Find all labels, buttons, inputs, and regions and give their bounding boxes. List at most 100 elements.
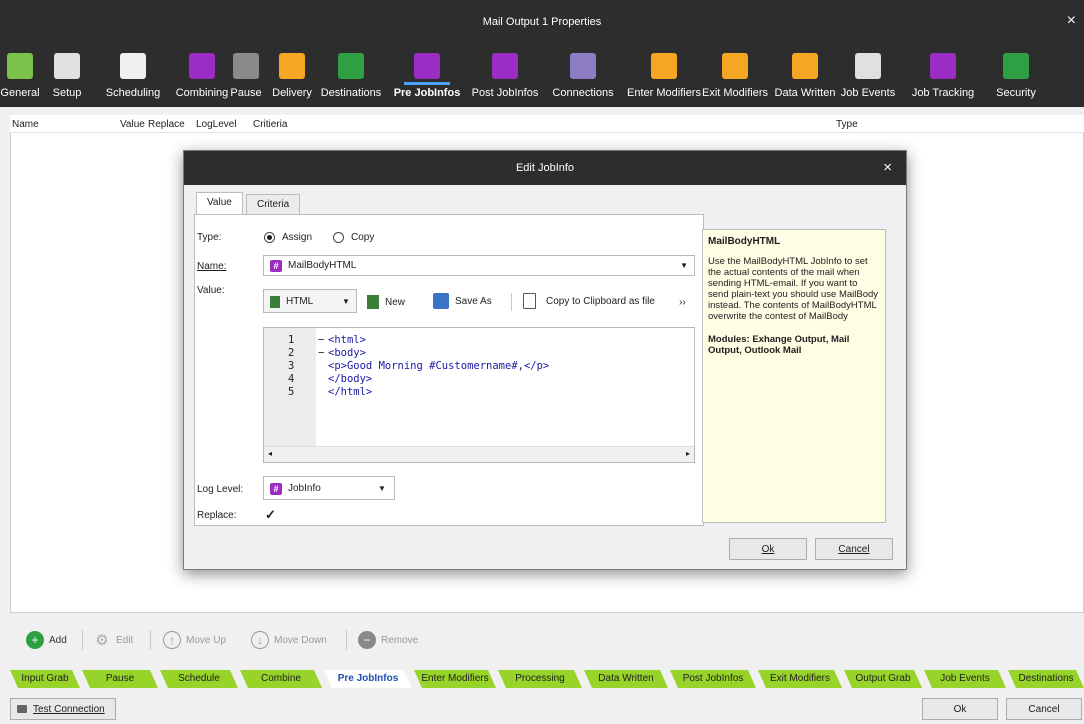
toolbar-security[interactable]: Security (976, 46, 1056, 107)
log-level-value: JobInfo (288, 483, 321, 494)
dialog-cancel-button[interactable]: Cancel (815, 538, 893, 560)
toolbar-general[interactable]: General (0, 46, 40, 107)
new-label: New (385, 296, 406, 308)
format-select[interactable]: HTML ▼ (263, 289, 357, 313)
hash-track-icon (930, 53, 956, 79)
help-modules: Modules: Exhange Output, Mail Output, Ou… (708, 334, 850, 356)
value-panel: Type: Assign Copy Name: # MailBodyHTML ▼… (194, 214, 704, 526)
toolbar-label: Pre JobInfos (393, 87, 461, 99)
step-combine[interactable]: Combine (240, 670, 322, 688)
toolbar-scheduling[interactable]: Scheduling (100, 46, 166, 107)
toolbar-destinations[interactable]: Destinations (318, 46, 384, 107)
step-data-written[interactable]: Data Written (584, 670, 668, 688)
code-area[interactable]: − <html> − <body> <p>Good Morning #Customern… (264, 328, 694, 446)
toolbar-label: Pause (230, 87, 262, 99)
merge-icon (189, 53, 215, 79)
column-loglevel[interactable]: LogLevel (196, 119, 237, 130)
fold-toggle-icon[interactable]: − (318, 334, 324, 346)
toggle-icon (7, 53, 33, 79)
step-enter-modifiers[interactable]: Enter Modifiers (414, 670, 496, 688)
column-name[interactable]: Name (12, 119, 39, 130)
step-processing[interactable]: Processing (498, 670, 582, 688)
hash-icon (414, 53, 440, 79)
hash-icon: # (270, 483, 282, 495)
toolbar-delivery[interactable]: Delivery (266, 46, 318, 107)
column-value[interactable]: Value (120, 119, 145, 130)
dialog-close-icon[interactable]: × (883, 159, 892, 176)
move-down-label: Move Down (274, 634, 327, 646)
tab-value[interactable]: Value (196, 192, 243, 215)
toolbar-label: Scheduling (105, 87, 161, 99)
ok-button[interactable]: Ok (922, 698, 998, 720)
name-select[interactable]: # MailBodyHTML ▼ (263, 255, 695, 276)
move-down-button[interactable]: ↓ Move Down (251, 628, 327, 652)
hash-icon: # (270, 260, 282, 272)
column-type[interactable]: Type (836, 119, 858, 130)
step-exit-modifiers[interactable]: Exit Modifiers (758, 670, 842, 688)
log-level-select[interactable]: # JobInfo ▼ (263, 476, 395, 500)
toolbar-setup[interactable]: Setup (40, 46, 94, 107)
copy-label[interactable]: Copy (351, 232, 374, 243)
new-button[interactable]: New (367, 291, 405, 313)
toolbar-label: Security (996, 87, 1036, 99)
cancel-button[interactable]: Cancel (1006, 698, 1082, 720)
save-as-label: Save As (455, 295, 492, 307)
step-pre-jobinfos[interactable]: Pre JobInfos (324, 670, 412, 688)
toolbar-enter-modifiers[interactable]: Enter Modifiers (620, 46, 708, 107)
tab-criteria[interactable]: Criteria (246, 194, 301, 214)
database-icon (570, 53, 596, 79)
toolbar-pre-jobinfos[interactable]: Pre JobInfos (386, 46, 468, 107)
grid-header: Name Value Replace LogLevel Critieria Ty… (10, 115, 1084, 133)
new-file-icon (367, 295, 379, 309)
test-connection-button[interactable]: Test Connection (10, 698, 116, 720)
fold-toggle-icon[interactable]: − (318, 347, 324, 359)
toolbar-data-written[interactable]: Data Written (768, 46, 842, 107)
remove-button[interactable]: − Remove (358, 628, 418, 652)
column-replace[interactable]: Replace (148, 119, 185, 130)
step-post-jobinfos[interactable]: Post JobInfos (670, 670, 756, 688)
step-job-events[interactable]: Job Events (924, 670, 1006, 688)
help-panel: MailBodyHTML Use the MailBodyHTML JobInf… (702, 229, 886, 523)
copy-clipboard-button[interactable]: Copy to Clipboard as file (523, 289, 655, 313)
name-value: MailBodyHTML (288, 260, 357, 271)
overflow-chevron-icon[interactable]: ›› (679, 297, 686, 308)
chevron-down-icon[interactable]: ▼ (680, 261, 688, 270)
code-editor[interactable]: 12345 − <html> − <body> <p>Good Morning #Cus… (263, 327, 695, 463)
edit-jobinfo-dialog: Edit JobInfo × Value Criteria Type: Assi… (183, 150, 907, 570)
edit-button[interactable]: ⚙ Edit (93, 628, 133, 652)
step-destinations[interactable]: Destinations (1008, 670, 1084, 688)
dialog-ok-button[interactable]: Ok (729, 538, 807, 560)
step-output-grab[interactable]: Output Grab (844, 670, 922, 688)
close-icon[interactable]: × (1067, 12, 1076, 30)
dialog-title: Edit JobInfo (515, 162, 575, 174)
toolbar-post-jobinfos[interactable]: Post JobInfos (466, 46, 544, 107)
toolbar-label: Exit Modifiers (701, 87, 769, 99)
assign-label[interactable]: Assign (282, 232, 312, 243)
column-criteria[interactable]: Critieria (253, 119, 287, 130)
toolbar-label: General (0, 87, 40, 99)
add-button[interactable]: + Add (26, 628, 67, 652)
step-input-grab[interactable]: Input Grab (10, 670, 80, 688)
toolbar-exit-modifiers[interactable]: Exit Modifiers (700, 46, 770, 107)
toolbar-pause[interactable]: Pause (226, 46, 266, 107)
code-line: </body> (328, 373, 373, 385)
toolbar-connections[interactable]: Connections (546, 46, 620, 107)
minus-icon: − (358, 631, 376, 649)
assign-radio[interactable] (264, 232, 275, 243)
copy-radio[interactable] (333, 232, 344, 243)
toolbar-job-tracking[interactable]: Job Tracking (898, 46, 988, 107)
horizontal-scrollbar[interactable]: ◂ ▸ (264, 446, 694, 462)
step-pause[interactable]: Pause (82, 670, 158, 688)
step-schedule[interactable]: Schedule (160, 670, 238, 688)
scroll-left-icon[interactable]: ◂ (268, 449, 272, 458)
move-up-button[interactable]: ↑ Move Up (163, 628, 226, 652)
scroll-right-icon[interactable]: ▸ (686, 449, 690, 458)
toolbar-label: Setup (52, 87, 82, 99)
toolbar-label: Job Events (840, 87, 896, 99)
property-toolbar: General Setup Scheduling Combining Pause Deli… (0, 46, 1084, 107)
save-as-button[interactable]: Save As (433, 289, 492, 313)
save-icon (433, 293, 449, 309)
dialog-titlebar: Edit JobInfo × (184, 151, 906, 185)
toolbar-job-events[interactable]: Job Events (840, 46, 896, 107)
replace-checkbox[interactable]: ✓ (265, 507, 276, 523)
